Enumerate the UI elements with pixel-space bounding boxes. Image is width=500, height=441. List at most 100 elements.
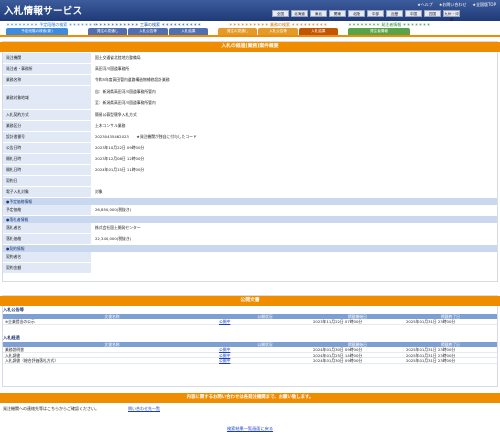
docs-table-koukoku: 文書名称 公開状況 掲載開始日 掲載終了日 ※企業提出の公示 公開中 2023年11…: [3, 314, 497, 325]
doc-start: 2023年11月22日 07時00分: [313, 319, 363, 324]
detail-subsection: ●契約情報: [3, 245, 497, 252]
detail-row: 入札契約方式 簡易公募型競争入札方式: [3, 110, 497, 121]
contact-list-link[interactable]: 問い合わせ先一覧: [128, 406, 160, 412]
region-tab-chugoku[interactable]: 中国: [405, 10, 422, 17]
detail-label: 業務名称: [3, 75, 91, 85]
doc-status[interactable]: 公開中: [219, 347, 311, 352]
detail-label: 発注者・事務所: [3, 64, 91, 74]
detail-value-line: 自：新潟県高田河川国道事務所管内: [95, 88, 156, 94]
detail-row: 予定価格 26,850,000(税抜き): [3, 205, 497, 216]
doc-name: 入札調書: [5, 352, 21, 358]
detail-subsection: ●予定価格情報: [3, 198, 497, 205]
detail-value: 令和5年度高田管内道路構造物補修設計業務: [91, 75, 497, 85]
region-tab-hokkaido[interactable]: 北海道: [291, 10, 308, 17]
nav-tab[interactable]: 入札結果: [298, 28, 338, 35]
doc-status[interactable]: 公開中: [219, 358, 311, 363]
detail-label: 業務区分: [3, 121, 91, 131]
region-tab-zenkoku[interactable]: 全国: [272, 10, 289, 17]
detail-value: 国土交通省北陸地方整備局: [91, 53, 497, 63]
detail-value: 2024年01月15日 11時00分: [91, 165, 497, 175]
detail-section-title: 入札の経過(業務)案件概要: [0, 42, 500, 52]
region-tab-tohoku[interactable]: 東北: [310, 10, 327, 17]
detail-value: 20230435462023 ★発注機関が独自に付与したコード: [91, 132, 497, 142]
doc-name: 業務説明書: [5, 347, 24, 352]
nav-group-orderer: ＊＊＊＊＊＊＊＊ 発注者情報 ＊＊＊＊＊＊＊ 発注者情報: [348, 22, 431, 35]
detail-row: 契約日: [3, 176, 497, 187]
region-tab-kyushu[interactable]: 九州・沖縄: [443, 10, 460, 22]
detail-label: 業務対象地域: [3, 86, 91, 109]
region-tab-chubu[interactable]: 中部: [367, 10, 384, 17]
table-row: 入札調書（総合評価落札方式） 公開中 2024年01月30日 09時00分 2025年…: [3, 358, 497, 364]
detail-row: 業務対象地域 自：新潟県高田河川国道事務所管内 至：新潟県高田河川国道事務所管内: [3, 86, 497, 110]
detail-label: 入札契約方式: [3, 110, 91, 120]
header-bar: 入札情報サービス ★ヘルプ ★お問い合わせ ★全国版TOP 全国 北海道 東北 …: [0, 0, 500, 22]
docs-frame: [2, 295, 498, 387]
nav-tab[interactable]: 入札公告等: [258, 28, 298, 35]
top-links: ★ヘルプ ★お問い合わせ ★全国版TOP: [417, 2, 496, 8]
detail-label: 発注機関: [3, 53, 91, 63]
detail-label: 契約金額: [3, 263, 91, 273]
nav-tab[interactable]: 入札公告等: [128, 28, 168, 35]
doc-status[interactable]: 公開中: [219, 319, 311, 324]
help-link[interactable]: ★ヘルプ: [417, 2, 433, 8]
detail-label: 開札日時: [3, 165, 91, 175]
detail-value: 2023年12月08日 12時00分: [91, 154, 497, 164]
detail-row: 落札者名 株式会社国土開発センター: [3, 223, 497, 234]
detail-value: 高田河川国道事務所: [91, 64, 497, 74]
doc-end: 2025年01月31日 23時00分: [406, 352, 456, 358]
detail-label: 開札日時: [3, 154, 91, 164]
detail-value: 22,340,000(税抜き): [91, 234, 497, 244]
doc-end: 2025年01月31日 23時00分: [406, 347, 456, 352]
detail-row: 業務名称 令和5年度高田管内道路構造物補修設計業務: [3, 75, 497, 86]
detail-row: 契約者名: [3, 252, 497, 263]
doc-name: 入札調書（総合評価落札方式）: [5, 358, 59, 363]
region-tabs: 全国 北海道 東北 関東 北陸 中部 近畿 中国 四国 九州・沖縄: [272, 10, 460, 22]
detail-row: 発注者・事務所 高田河川国道事務所: [3, 64, 497, 75]
doc-start: 2024年01月30日 09時00分: [313, 347, 363, 352]
detail-row: 落札価格 22,340,000(税抜き): [3, 234, 497, 245]
detail-value: [91, 263, 497, 273]
contact-banner: 内容に関するお問い合わせは各発注機関まで、お願い致します。: [0, 393, 500, 403]
nav-group-service: ＊＊＊＊＊＊＊＊＊＊ 業務の検索 ＊＊＊＊＊＊＊＊＊ 発注の見通し 入札公告等 入札…: [218, 22, 338, 35]
detail-label: 契約日: [3, 176, 91, 186]
national-top-link[interactable]: ★全国版TOP: [472, 2, 496, 8]
table-row: ※企業提出の公示 公開中 2023年11月22日 07時00分 2025年01月31日…: [3, 319, 497, 325]
detail-value: [91, 252, 497, 262]
doc-start: 2024年01月25日 14時00分: [313, 352, 363, 358]
detail-row: 業務区分 土木コンサル業務: [3, 121, 497, 132]
detail-label: 契約者名: [3, 252, 91, 262]
nav-tab[interactable]: 発注の見通し: [218, 28, 258, 35]
nav-tab[interactable]: 発注の見通し: [88, 28, 128, 35]
detail-label: 落札者名: [3, 223, 91, 233]
nav-tab[interactable]: 入札結果: [168, 28, 208, 35]
region-tab-shikoku[interactable]: 四国: [424, 10, 441, 17]
doc-status[interactable]: 公開中: [219, 353, 311, 358]
docs-table-keika: 文書名称 公開状況 掲載開始日 掲載終了日 業務説明書 公開中 2024年01月30…: [3, 342, 497, 364]
site-title: 入札情報サービス: [4, 6, 83, 17]
contact-link[interactable]: ★お問い合わせ: [439, 2, 467, 8]
detail-value: 簡易公募型競争入札方式: [91, 110, 497, 120]
doc-start: 2024年01月30日 09時00分: [313, 358, 363, 363]
detail-value: 土木コンサル業務: [91, 121, 497, 131]
back-link-label: 検索結果一覧画面に戻る: [226, 426, 274, 431]
docs-section-title: 公開文書: [0, 296, 500, 306]
region-tab-kanto[interactable]: 関東: [329, 10, 346, 17]
docs-category-koukoku: 入札公告等: [3, 307, 24, 312]
nav-tab[interactable]: 発注者情報: [348, 28, 410, 35]
detail-row: 電子入札対象 対象: [3, 187, 497, 198]
region-tab-kinki[interactable]: 近畿: [386, 10, 403, 17]
detail-label: 設計書番号: [3, 132, 91, 142]
detail-value: [91, 176, 497, 186]
detail-value: 株式会社国土開発センター: [91, 223, 497, 233]
detail-row: 開札日時 2024年01月15日 11時00分: [3, 165, 497, 176]
doc-end: 2025年01月31日 23時00分: [406, 358, 456, 363]
nav-tab[interactable]: 予定段階の検索(新): [6, 28, 68, 35]
detail-row: 発注機関 国土交通省北陸地方整備局: [3, 53, 497, 64]
detail-row: 契約金額: [3, 263, 497, 274]
region-tab-hokuriku[interactable]: 北陸: [348, 10, 365, 17]
back-to-results-link[interactable]: 検索結果一覧画面に戻る: [0, 426, 500, 432]
detail-subsection: ●落札者情報: [3, 216, 497, 223]
detail-value: 対象: [91, 187, 497, 197]
detail-value: 2023年10月22日 09時00分: [91, 143, 497, 153]
detail-value: 26,850,000(税抜き): [91, 205, 497, 215]
